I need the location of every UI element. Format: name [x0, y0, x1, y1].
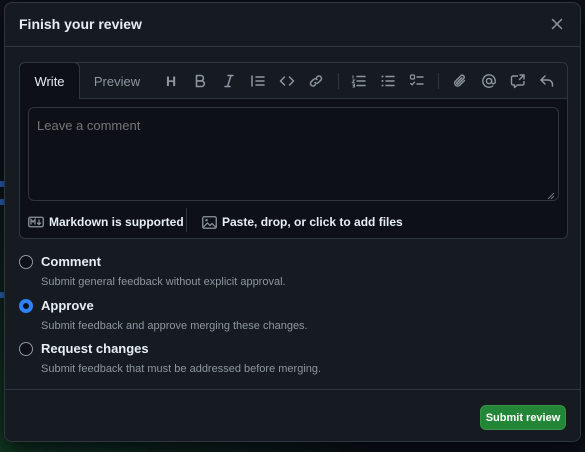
mention-icon — [482, 74, 496, 88]
option-comment[interactable]: Comment Submit general feedback without … — [18, 253, 558, 293]
add-files-button[interactable]: Paste, drop, or click to add files — [202, 213, 403, 231]
heading-icon: H — [165, 73, 177, 89]
comment-input[interactable] — [28, 107, 559, 201]
code-icon — [279, 76, 295, 86]
request-changes-radio[interactable] — [19, 342, 33, 356]
cross-reference-button[interactable] — [509, 72, 527, 90]
comment-radio[interactable] — [19, 255, 33, 269]
resize-grip-icon[interactable] — [547, 192, 555, 200]
code-button[interactable] — [278, 72, 296, 90]
bold-button[interactable] — [191, 72, 209, 90]
approve-radio[interactable] — [19, 299, 33, 313]
link-button[interactable] — [307, 72, 325, 90]
task-list-button[interactable] — [408, 72, 426, 90]
dialog-header: Finish your review — [5, 3, 580, 47]
saved-reply-button[interactable] — [538, 72, 556, 90]
unordered-list-icon — [381, 75, 395, 87]
cross-reference-icon — [510, 74, 525, 89]
italic-icon — [224, 74, 234, 88]
toolbar-divider — [438, 73, 439, 89]
toolbar-divider — [338, 73, 339, 89]
option-request-changes[interactable]: Request changes Submit feedback that mus… — [18, 340, 558, 380]
markdown-link[interactable]: Markdown is supported — [28, 213, 184, 231]
quote-button[interactable] — [249, 72, 267, 90]
tab-write[interactable]: Write — [19, 62, 80, 99]
ordered-list-button[interactable] — [350, 72, 368, 90]
image-icon — [202, 215, 217, 229]
option-label: Comment — [41, 254, 101, 269]
reply-icon — [540, 75, 554, 87]
add-files-label: Paste, drop, or click to add files — [222, 215, 403, 229]
option-description: Submit feedback that must be addressed b… — [41, 363, 322, 375]
link-icon — [309, 75, 323, 87]
option-approve[interactable]: Approve Submit feedback and approve merg… — [18, 297, 558, 337]
close-button[interactable] — [548, 15, 566, 33]
review-dialog: Finish your review Write Preview H Leave… — [4, 2, 581, 442]
ordered-list-icon — [351, 75, 366, 88]
heading-button[interactable]: H — [162, 72, 180, 90]
bold-icon — [195, 74, 206, 88]
editor-tab-bar: Write Preview H — [19, 62, 567, 99]
markdown-label: Markdown is supported — [49, 215, 184, 229]
unordered-list-button[interactable] — [379, 72, 397, 90]
quote-icon — [251, 75, 265, 87]
attach-button[interactable] — [451, 72, 469, 90]
comment-editor: Write Preview H Leave a comment Markdown… — [19, 62, 568, 239]
footer-divider — [186, 208, 187, 232]
editor-footer: Markdown is supported Paste, drop, or cl… — [20, 206, 567, 239]
mention-button[interactable] — [480, 72, 498, 90]
dialog-footer: Submit review — [5, 389, 580, 441]
tab-preview[interactable]: Preview — [88, 63, 146, 99]
option-label: Request changes — [41, 341, 149, 356]
task-list-icon — [409, 74, 424, 86]
italic-button[interactable] — [220, 72, 238, 90]
dialog-title: Finish your review — [19, 16, 142, 32]
option-label: Approve — [41, 298, 94, 313]
x-icon — [551, 18, 563, 30]
option-description: Submit feedback and approve merging thes… — [41, 320, 308, 332]
option-description: Submit general feedback without explicit… — [41, 276, 286, 288]
paperclip-icon — [454, 74, 466, 87]
submit-review-button[interactable]: Submit review — [480, 405, 566, 430]
markdown-icon — [28, 216, 44, 228]
